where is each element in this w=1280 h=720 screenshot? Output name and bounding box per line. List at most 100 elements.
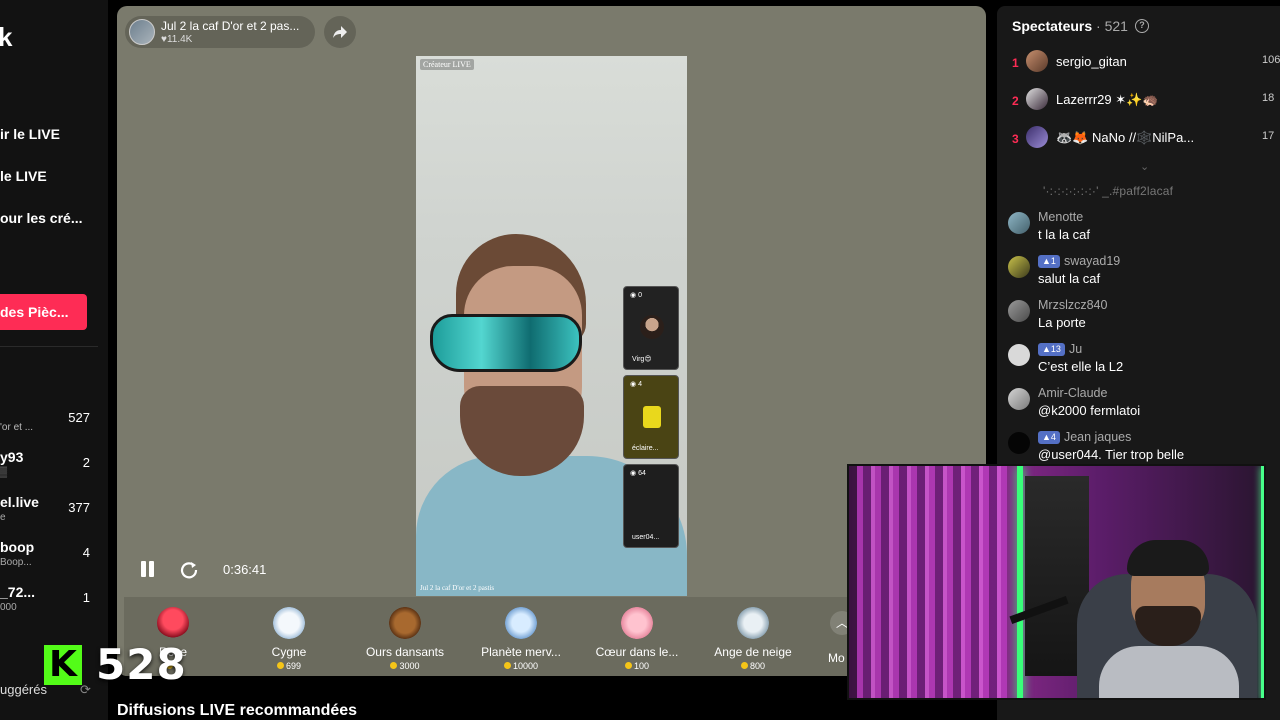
followed-live-sub: Boop... (0, 557, 32, 568)
pause-icon[interactable] (139, 561, 155, 579)
sidebar-divider (0, 346, 98, 347)
tiktok-logo-fragment[interactable]: k (0, 22, 12, 53)
top-viewer-row[interactable]: 3 🦝🦊 NaNo //🕸️NilPa... 17 (997, 122, 1280, 160)
replay-icon[interactable] (179, 559, 199, 579)
chat-text: t la la caf (1038, 227, 1091, 242)
kick-logo-icon: K (44, 645, 82, 685)
viewers-label: Spectateurs (1012, 18, 1093, 34)
followed-live-item[interactable]: y93 ▒ 2 (0, 449, 100, 494)
avatar[interactable] (1008, 256, 1030, 278)
avatar[interactable] (1008, 432, 1030, 454)
chat-username[interactable]: ▲13 Ju (1038, 342, 1082, 356)
guest-tile[interactable]: ◉ 4 éclaire... (623, 375, 679, 459)
viewer-score: 106 (1262, 54, 1280, 66)
sidebar-menu: ir le LIVE le LIVE our les cré... (0, 124, 82, 250)
gift-item[interactable]: Ours dansants 3000 (349, 597, 461, 676)
streamer-webcam-overlay (847, 464, 1266, 700)
gift-item[interactable]: Cygne 699 (233, 597, 345, 676)
chat-username[interactable]: ▲4 Jean jaques (1038, 430, 1131, 444)
more-gifts-button[interactable]: Mo (828, 651, 845, 665)
viewers-heading: Spectateurs · 521 (1012, 18, 1128, 34)
viewer-name: Lazerrr29 ✶✨🦔 (1056, 92, 1159, 107)
chat-username[interactable]: Amir-Claude (1038, 386, 1107, 400)
followed-live-item[interactable]: boop Boop... 4 (0, 539, 100, 584)
chat-message: ▲1 swayad19 salut la caf (997, 254, 1280, 294)
chat-text: salut la caf (1038, 271, 1101, 286)
followed-live-name: _72... (0, 584, 36, 600)
top-viewer-row[interactable]: 1 sergio_gitan 106 (997, 46, 1280, 84)
share-button[interactable] (324, 16, 356, 48)
viewer-count: · 521 (1096, 18, 1128, 34)
snow-angel-gift-icon (737, 607, 769, 639)
chevron-down-icon[interactable]: ⌄ (1140, 160, 1149, 173)
gift-price: 3000 (349, 661, 461, 671)
chat-message: Mrzslzcz840 La porte (997, 298, 1280, 338)
followed-live-sub: e (0, 512, 6, 523)
guest-tile[interactable]: ◉ 64 user04... (623, 464, 679, 548)
guest-avatar (640, 315, 664, 339)
suggested-accounts-label: uggérés (0, 682, 47, 697)
live-video[interactable]: Créateur LIVE Jul 2 la caf D'or et 2 pas… (416, 56, 687, 596)
gift-item[interactable]: Cœur dans le... 100 (581, 597, 693, 676)
viewer-name: 🦝🦊 NaNo //🕸️NilPa... (1056, 130, 1195, 145)
fan-level-badge: ▲1 (1038, 255, 1060, 268)
share-icon (333, 26, 347, 38)
webcam-led-strip (1017, 466, 1023, 698)
guest-tile[interactable]: ◉ 0 Virg😍 (623, 286, 679, 370)
followed-live-item[interactable]: el.live e 377 (0, 494, 100, 539)
avatar[interactable] (1008, 300, 1030, 322)
guest-count: ◉ 4 (630, 381, 642, 388)
live-timer: 0:36:41 (223, 562, 267, 577)
followed-live-name: el.live (0, 494, 39, 510)
chat-message: ▲13 Ju C’est elle la L2 (997, 342, 1280, 382)
host-avatar[interactable] (129, 19, 155, 45)
video-subject-sunglasses (430, 314, 582, 372)
gift-name: Ours dansants (365, 645, 445, 659)
kick-viewer-count: 528 (96, 640, 187, 689)
chat-text: @k2000 fermlatoi (1038, 403, 1141, 418)
followed-live-item[interactable]: 'or et ... 527 (0, 404, 100, 449)
viewer-rank: 3 (1012, 132, 1019, 146)
viewer-name: sergio_gitan (1056, 54, 1127, 69)
host-info[interactable]: Jul 2 la caf D'or et 2 pas... ♥11.4K (125, 16, 315, 48)
info-icon[interactable]: ? (1135, 19, 1149, 33)
followed-live-sub: 'or et ... (0, 422, 34, 433)
gift-item[interactable]: Ange de neige 800 (697, 597, 809, 676)
left-sidebar: k ir le LIVE le LIVE our les cré... des … (0, 0, 108, 720)
chat-username[interactable]: ▲1 swayad19 (1038, 254, 1120, 268)
fan-level-badge: ▲13 (1038, 343, 1065, 356)
chat-text: @user044. Tier trop belle (1038, 447, 1185, 462)
followed-live-count: 527 (68, 410, 90, 425)
planet-gift-icon (505, 607, 537, 639)
sidebar-menu-item[interactable]: le LIVE (0, 166, 82, 208)
chat-username[interactable]: Mrzslzcz840 (1038, 298, 1107, 312)
followed-live-name: boop (0, 539, 35, 555)
avatar[interactable] (1008, 212, 1030, 234)
get-coins-button[interactable]: des Pièc... (0, 294, 87, 330)
video-caption: Jul 2 la caf D'or et 2 pastis (420, 584, 495, 592)
avatar (1026, 126, 1048, 148)
chat-message: Menotte t la la caf (997, 210, 1280, 250)
chat-text: C’est elle la L2 (1038, 359, 1124, 374)
rose-gift-icon (157, 607, 189, 639)
creator-live-tag: Créateur LIVE (420, 59, 474, 70)
avatar (1026, 88, 1048, 110)
viewer-score: 17 (1262, 130, 1275, 142)
sidebar-menu-item[interactable]: our les cré... (0, 208, 82, 250)
gift-price: 10000 (465, 661, 577, 671)
gift-item[interactable]: Planète merv... 10000 (465, 597, 577, 676)
gift-name: Cœur dans le... (595, 645, 679, 659)
avatar[interactable] (1008, 344, 1030, 366)
chat-username[interactable]: Menotte (1038, 210, 1083, 224)
followed-live-count: 4 (82, 545, 90, 560)
guest-name: éclaire... (632, 445, 659, 452)
chat-text: La porte (1038, 315, 1086, 330)
top-viewer-row[interactable]: 2 Lazerrr29 ✶✨🦔 18 (997, 84, 1280, 122)
gift-price: 800 (697, 661, 809, 671)
followed-live-item[interactable]: _72... 000 1 (0, 584, 100, 629)
sidebar-menu-item[interactable]: ir le LIVE (0, 124, 82, 166)
avatar (1026, 50, 1048, 72)
followed-live-name: y93 (0, 449, 24, 465)
avatar[interactable] (1008, 388, 1030, 410)
followed-live-list: 'or et ... 527 y93 ▒ 2 el.live e 377 boo… (0, 404, 100, 629)
